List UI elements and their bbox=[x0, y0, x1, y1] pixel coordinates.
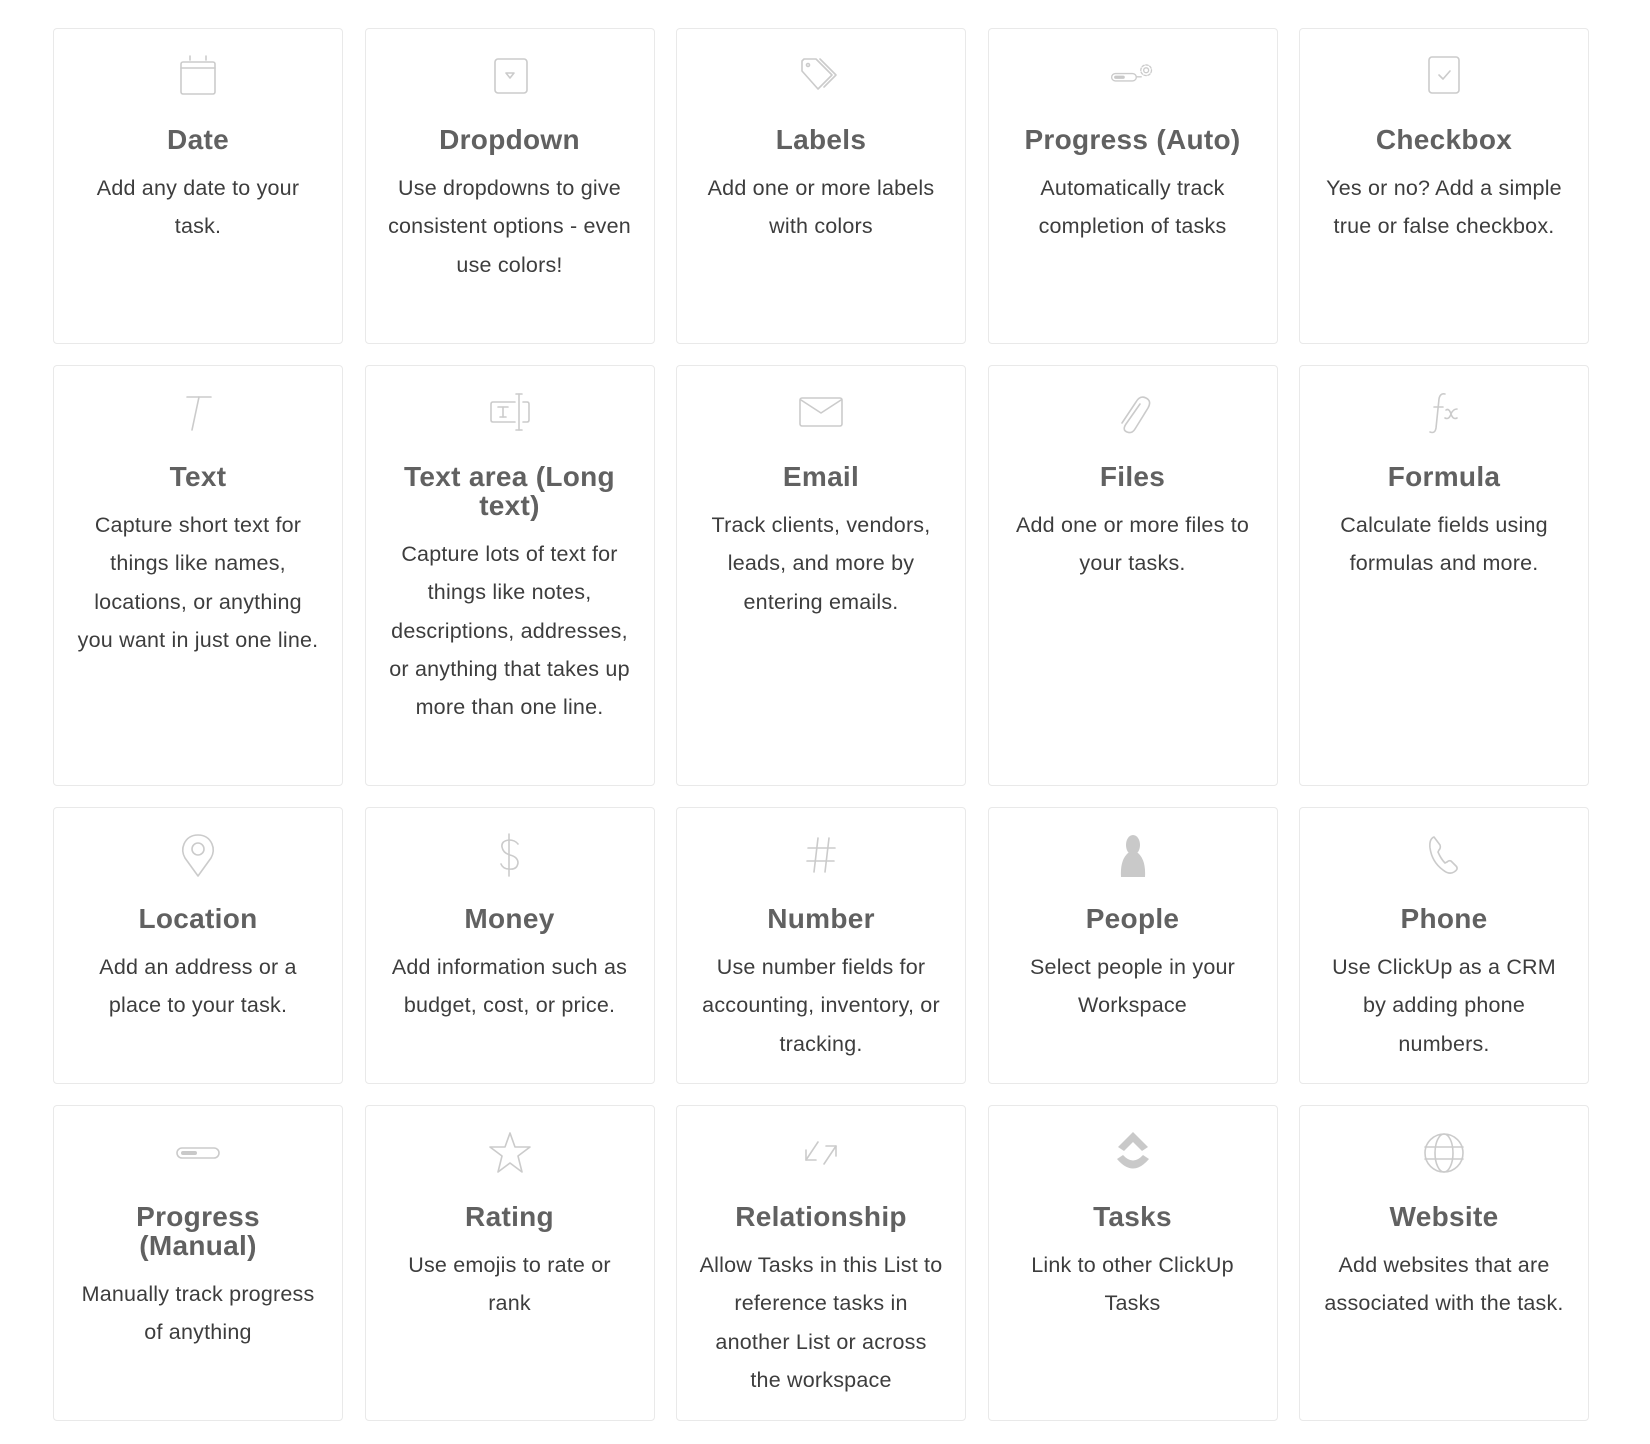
field-title: Rating bbox=[465, 1201, 554, 1232]
checkbox-icon bbox=[1421, 53, 1467, 99]
field-card-location[interactable]: Location Add an address or a place to yo… bbox=[53, 807, 343, 1084]
map-pin-icon bbox=[175, 832, 221, 878]
field-card-progress-manual[interactable]: Progress (Manual) Manually track progres… bbox=[53, 1105, 343, 1421]
field-title: Text bbox=[169, 461, 227, 492]
field-card-email[interactable]: Email Track clients, vendors, leads, and… bbox=[676, 365, 966, 786]
field-card-files[interactable]: Files Add one or more files to your task… bbox=[987, 365, 1278, 786]
field-title: Email bbox=[782, 461, 860, 492]
field-title: Date bbox=[167, 124, 229, 155]
field-card-formula[interactable]: Formula Calculate fields using formulas … bbox=[1299, 365, 1589, 786]
field-card-labels[interactable]: Labels Add one or more labels with color… bbox=[676, 28, 966, 344]
progress-auto-icon bbox=[1110, 53, 1156, 99]
field-description: Capture lots of text for things like not… bbox=[389, 542, 630, 720]
field-title: Formula bbox=[1387, 461, 1501, 492]
relationship-arrows-icon bbox=[798, 1130, 844, 1176]
field-card-website[interactable]: Website Add websites that are associated… bbox=[1299, 1105, 1589, 1421]
field-title: Location bbox=[138, 903, 258, 934]
field-description: Calculate fields using formulas and more… bbox=[1340, 513, 1548, 576]
field-card-dropdown[interactable]: Dropdown Use dropdowns to give consisten… bbox=[364, 28, 655, 344]
field-title: Tasks bbox=[1093, 1201, 1172, 1232]
tag-icon bbox=[798, 53, 844, 99]
field-description: Select people in your Workspace bbox=[1030, 955, 1235, 1018]
dollar-icon bbox=[487, 832, 533, 878]
field-description: Use dropdowns to give consistent options… bbox=[388, 176, 631, 277]
text-area-icon bbox=[487, 390, 533, 436]
field-description: Manually track progress of anything bbox=[81, 1282, 315, 1345]
phone-icon bbox=[1421, 832, 1467, 878]
field-card-tasks[interactable]: Tasks Link to other ClickUp Tasks bbox=[987, 1105, 1278, 1421]
field-title: Progress (Manual) bbox=[136, 1201, 260, 1261]
field-description: Add information such as budget, cost, or… bbox=[391, 955, 628, 1018]
field-card-people[interactable]: People Select people in your Workspace bbox=[987, 807, 1278, 1084]
field-description: Add one or more files to your tasks. bbox=[1015, 513, 1250, 576]
field-card-number[interactable]: Number Use number fields for accounting,… bbox=[676, 807, 966, 1084]
field-card-date[interactable]: Date Add any date to your task. bbox=[53, 28, 343, 344]
field-description: Capture short text for things like names… bbox=[77, 513, 319, 652]
field-description: Use emojis to rate or rank bbox=[408, 1253, 611, 1316]
field-card-text[interactable]: Text Capture short text for things like … bbox=[53, 365, 343, 786]
field-title: Money bbox=[464, 903, 555, 934]
field-card-progress-auto[interactable]: Progress (Auto) Automatically track comp… bbox=[987, 28, 1278, 344]
paperclip-icon bbox=[1110, 390, 1156, 436]
field-title: Phone bbox=[1400, 903, 1488, 934]
field-description: Link to other ClickUp Tasks bbox=[1031, 1253, 1234, 1316]
field-title: Checkbox bbox=[1375, 124, 1513, 155]
field-card-text-area[interactable]: Text area (Long text) Capture lots of te… bbox=[364, 365, 655, 786]
field-description: Use number fields for accounting, invent… bbox=[702, 955, 940, 1056]
field-description: Allow Tasks in this List to reference ta… bbox=[699, 1253, 943, 1392]
field-description: Yes or no? Add a simple true or false ch… bbox=[1326, 176, 1562, 239]
dropdown-icon bbox=[487, 53, 533, 99]
field-title: People bbox=[1085, 903, 1180, 934]
clickup-logo-icon bbox=[1110, 1130, 1156, 1176]
field-card-relationship[interactable]: Relationship Allow Tasks in this List to… bbox=[676, 1105, 966, 1421]
field-description: Track clients, vendors, leads, and more … bbox=[711, 513, 931, 614]
text-icon bbox=[175, 390, 221, 436]
calendar-icon bbox=[175, 53, 221, 99]
field-description: Use ClickUp as a CRM by adding phone num… bbox=[1332, 955, 1556, 1056]
field-description: Add any date to your task. bbox=[96, 176, 300, 239]
field-title: Files bbox=[1099, 461, 1166, 492]
field-title: Dropdown bbox=[439, 124, 580, 155]
field-title: Number bbox=[767, 903, 875, 934]
field-description: Add one or more labels with colors bbox=[707, 176, 935, 239]
field-description: Add an address or a place to your task. bbox=[99, 955, 297, 1018]
field-card-rating[interactable]: Rating Use emojis to rate or rank bbox=[364, 1105, 655, 1421]
field-title: Progress (Auto) bbox=[1024, 124, 1241, 155]
person-icon bbox=[1110, 832, 1156, 878]
field-card-checkbox[interactable]: Checkbox Yes or no? Add a simple true or… bbox=[1299, 28, 1589, 344]
globe-icon bbox=[1421, 1130, 1467, 1176]
envelope-icon bbox=[798, 390, 844, 436]
field-title: Text area (Long text) bbox=[404, 461, 615, 521]
field-description: Automatically track completion of tasks bbox=[1038, 176, 1227, 239]
field-title: Website bbox=[1389, 1201, 1499, 1232]
progress-manual-icon bbox=[175, 1130, 221, 1176]
field-title: Labels bbox=[775, 124, 867, 155]
formula-icon bbox=[1421, 390, 1467, 436]
star-icon bbox=[487, 1130, 533, 1176]
field-title: Relationship bbox=[735, 1201, 907, 1232]
field-card-money[interactable]: Money Add information such as budget, co… bbox=[364, 807, 655, 1084]
field-card-phone[interactable]: Phone Use ClickUp as a CRM by adding pho… bbox=[1299, 807, 1589, 1084]
hash-icon bbox=[798, 832, 844, 878]
field-description: Add websites that are associated with th… bbox=[1324, 1253, 1564, 1316]
custom-field-types-grid: Date Add any date to your task. Dropdown… bbox=[53, 28, 1589, 1421]
